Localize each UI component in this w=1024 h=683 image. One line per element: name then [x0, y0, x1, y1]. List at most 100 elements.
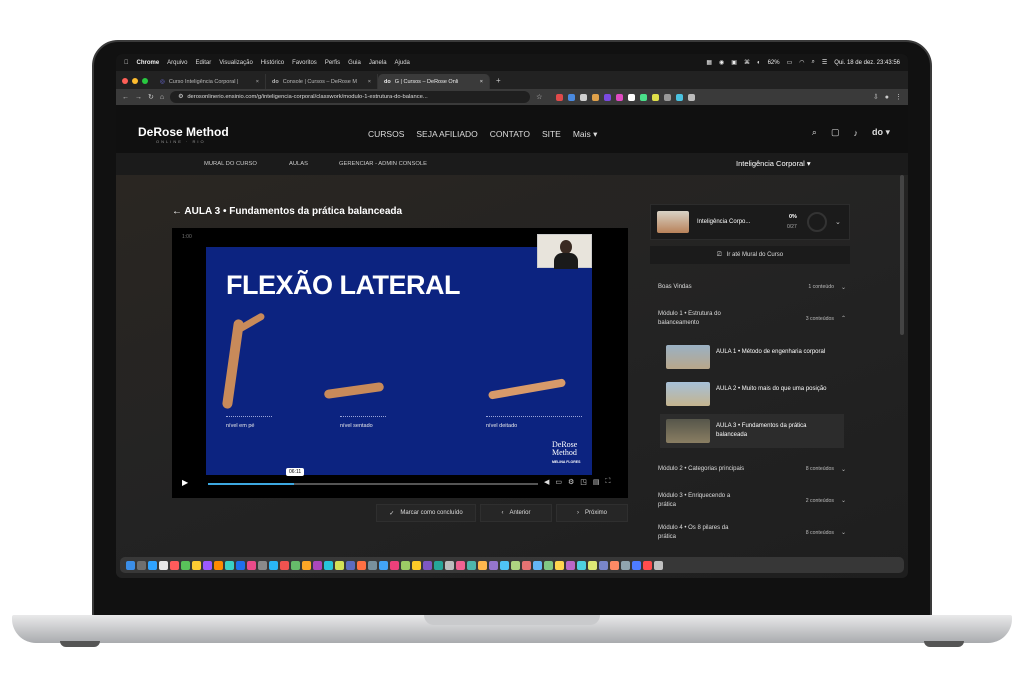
dock-app-icon[interactable] — [192, 560, 201, 570]
lesson-item-active[interactable]: AULA 3 • Fundamentos da prática balancea… — [660, 414, 844, 448]
control-center-icon[interactable]: ☰ — [822, 59, 827, 66]
dock-app-icon[interactable] — [599, 560, 608, 570]
menu-item-ajuda[interactable]: Ajuda — [395, 60, 410, 66]
module-row-expanded[interactable]: Módulo 1 • Estrutura do balanceamento 3 … — [650, 310, 850, 334]
dock-app-icon[interactable] — [126, 560, 135, 570]
dock-app-icon[interactable] — [566, 560, 575, 570]
user-menu[interactable]: do ▾ — [872, 127, 890, 138]
site-logo[interactable]: DeRose Method — [138, 125, 229, 139]
dock-app-icon[interactable] — [654, 560, 663, 570]
pip-icon[interactable]: ◳ — [580, 478, 587, 486]
dock-app-icon[interactable] — [368, 560, 377, 570]
forward-icon[interactable]: → — [135, 94, 142, 101]
dock-app-icon[interactable] — [280, 560, 289, 570]
extension-icon[interactable] — [556, 93, 564, 101]
status-icon[interactable]: ◉ — [719, 59, 724, 66]
chrome-menu-icon[interactable]: ⋮ — [895, 93, 902, 101]
dock-app-icon[interactable] — [577, 560, 586, 570]
dock-app-icon[interactable] — [544, 560, 553, 570]
menu-item-arquivo[interactable]: Arquivo — [167, 60, 187, 66]
extension-icon[interactable] — [568, 93, 576, 101]
dock-app-icon[interactable] — [302, 560, 311, 570]
minimize-window-button[interactable] — [132, 78, 138, 84]
nav-mais[interactable]: Mais ▾ — [573, 129, 598, 140]
site-info-icon[interactable]: ⚙ — [178, 94, 183, 100]
dock-app-icon[interactable] — [247, 560, 256, 570]
nav-site[interactable]: SITE — [542, 129, 561, 140]
menu-item-favoritos[interactable]: Favoritos — [292, 60, 317, 66]
dock-app-icon[interactable] — [335, 560, 344, 570]
extension-icon[interactable] — [664, 93, 672, 101]
close-tab-icon[interactable]: × — [256, 79, 259, 85]
zoom-window-button[interactable] — [142, 78, 148, 84]
module-row[interactable]: Módulo 3 • Enriquecendo a prática 2 cont… — [650, 492, 850, 516]
lesson-item[interactable]: AULA 2 • Muito mais do que uma posição — [660, 377, 844, 411]
dock-app-icon[interactable] — [533, 560, 542, 570]
extension-icon[interactable] — [592, 93, 600, 101]
battery-icon[interactable]: ▭ — [787, 59, 793, 66]
dock-app-icon[interactable] — [555, 560, 564, 570]
dock-app-icon[interactable] — [170, 560, 179, 570]
status-icon[interactable]: ▣ — [731, 59, 737, 66]
dock-app-icon[interactable] — [467, 560, 476, 570]
dock-app-icon[interactable] — [412, 560, 421, 570]
cast-icon[interactable]: ▤ — [593, 478, 600, 486]
nav-contato[interactable]: CONTATO — [490, 129, 530, 140]
settings-icon[interactable]: ⚙ — [568, 478, 574, 486]
video-progress-bar[interactable] — [208, 483, 538, 485]
address-bar[interactable]: ⚙ derosonlinerio.ensinio.com/g/inteligen… — [170, 91, 531, 103]
new-tab-icon[interactable]: + — [496, 76, 501, 85]
chevron-down-icon[interactable]: ⌄ — [835, 218, 841, 226]
nav-seja-afiliado[interactable]: SEJA AFILIADO — [416, 129, 477, 140]
browser-tab[interactable]: do Console | Cursos – DeRose M × — [266, 74, 378, 89]
module-row[interactable]: Módulo 2 • Categorias principais 8 conte… — [650, 466, 850, 480]
lesson-title[interactable]: ← AULA 3 • Fundamentos da prática balanc… — [172, 206, 402, 217]
mark-complete-button[interactable]: ✓ Marcar como concluído — [376, 504, 476, 522]
wifi-icon[interactable]: ◠ — [799, 59, 804, 66]
subnav-admin[interactable]: GERENCIAR - ADMIN CONSOLE — [339, 161, 427, 167]
menu-item-janela[interactable]: Janela — [369, 60, 387, 66]
dock-app-icon[interactable] — [379, 560, 388, 570]
extension-icon[interactable] — [628, 93, 636, 101]
bookmark-star-icon[interactable]: ☆ — [536, 93, 542, 101]
dock-app-icon[interactable] — [258, 560, 267, 570]
close-tab-icon[interactable]: × — [480, 79, 483, 85]
extension-icon[interactable] — [616, 93, 624, 101]
next-button[interactable]: › Próximo — [556, 504, 628, 522]
dock-app-icon[interactable] — [423, 560, 432, 570]
dock-app-icon[interactable] — [610, 560, 619, 570]
bell-icon[interactable]: ♪ — [853, 128, 858, 138]
subnav-mural[interactable]: MURAL DO CURSO — [204, 161, 257, 167]
dock-app-icon[interactable] — [621, 560, 630, 570]
downloads-icon[interactable]: ⇩ — [873, 93, 879, 101]
back-arrow-icon[interactable]: ← — [172, 206, 182, 217]
dock-app-icon[interactable] — [478, 560, 487, 570]
play-icon[interactable]: ▶ — [182, 478, 188, 487]
search-icon[interactable]: ⌕ — [812, 127, 817, 138]
dock-app-icon[interactable] — [181, 560, 190, 570]
extension-icon[interactable] — [580, 93, 588, 101]
menubar-app-name[interactable]: Chrome — [137, 60, 160, 66]
dock-app-icon[interactable] — [511, 560, 520, 570]
subnav-aulas[interactable]: AULAS — [289, 161, 308, 167]
dock-app-icon[interactable] — [522, 560, 531, 570]
cart-icon[interactable]: ▢ — [831, 127, 840, 138]
dock-app-icon[interactable] — [401, 560, 410, 570]
dock-app-icon[interactable] — [225, 560, 234, 570]
dock-app-icon[interactable] — [203, 560, 212, 570]
dock-app-icon[interactable] — [313, 560, 322, 570]
extension-icon[interactable] — [676, 93, 684, 101]
volume-icon[interactable]: ◀ — [544, 478, 549, 486]
dock-app-icon[interactable] — [137, 560, 146, 570]
dock-app-icon[interactable] — [390, 560, 399, 570]
menu-item-editar[interactable]: Editar — [196, 60, 212, 66]
dock-app-icon[interactable] — [291, 560, 300, 570]
previous-button[interactable]: ‹ Anterior — [480, 504, 552, 522]
menu-item-perfis[interactable]: Perfis — [325, 60, 340, 66]
dock-app-icon[interactable] — [214, 560, 223, 570]
dock-app-icon[interactable] — [643, 560, 652, 570]
dock-app-icon[interactable] — [346, 560, 355, 570]
status-icon[interactable]: ⌘ — [744, 59, 750, 66]
menubar-clock[interactable]: Qui. 18 de dez. 23:43:56 — [834, 60, 900, 66]
extension-icon[interactable] — [688, 93, 696, 101]
